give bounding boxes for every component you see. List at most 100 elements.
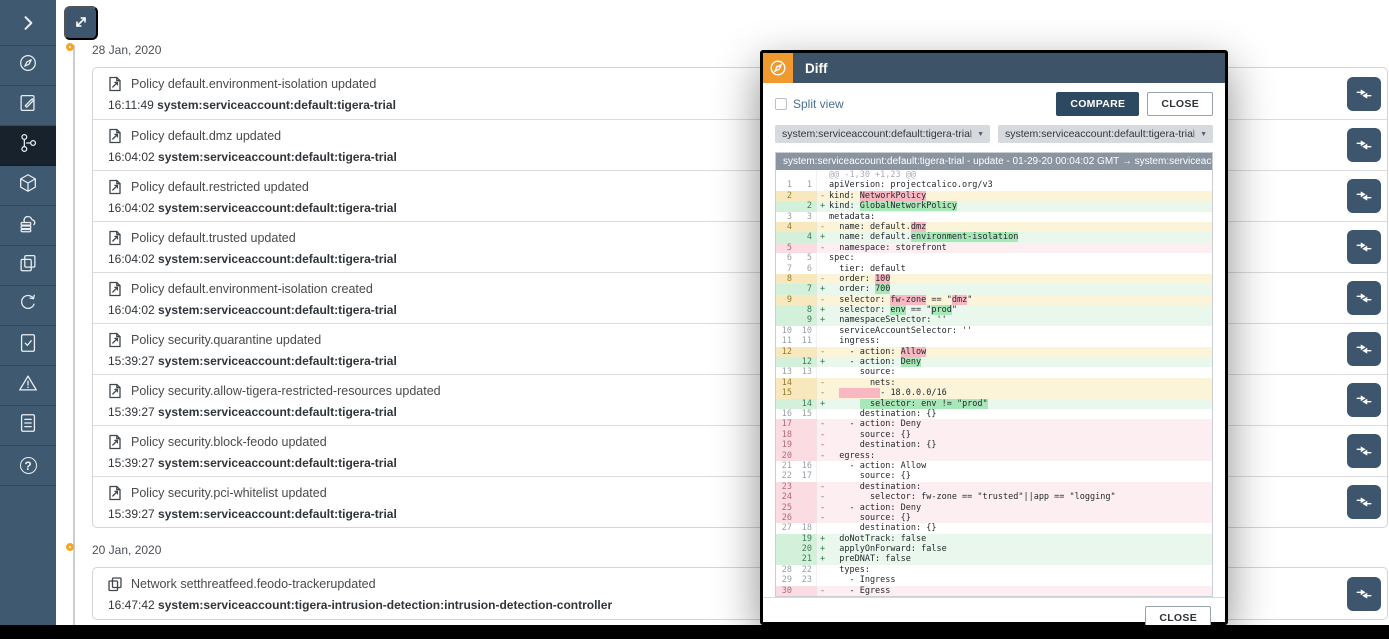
event-title-text: Policy security.quarantine updated bbox=[131, 333, 321, 347]
split-view-checkbox[interactable] bbox=[775, 98, 787, 110]
diff-modal-title: Diff bbox=[805, 61, 828, 76]
policy-edit-icon bbox=[107, 434, 123, 450]
open-diff-button[interactable] bbox=[1347, 77, 1381, 111]
split-view-label: Split view bbox=[793, 97, 844, 111]
event-time: 15:39:27 bbox=[108, 405, 158, 419]
sidebar-item-workloads[interactable] bbox=[0, 166, 56, 206]
diff-code-line: 9- selector: fw-zone == "dmz" bbox=[776, 295, 1212, 305]
open-diff-button[interactable] bbox=[1347, 577, 1381, 611]
event-service-account: system:serviceaccount:default:tigera-tri… bbox=[157, 98, 396, 112]
open-diff-button[interactable] bbox=[1347, 230, 1381, 264]
diff-modal-titlebar: Diff bbox=[763, 53, 1225, 83]
compare-button[interactable]: COMPARE bbox=[1056, 92, 1139, 116]
compare-arrows-icon bbox=[1355, 136, 1373, 154]
diff-code-line: 4- name: default.dmz bbox=[776, 222, 1212, 232]
refresh-icon bbox=[17, 292, 39, 319]
close-button-top[interactable]: CLOSE bbox=[1147, 92, 1213, 116]
diff-code-line: 1010 serviceAccountSelector: '' bbox=[776, 326, 1212, 336]
event-title-text: Policy default.restricted updated bbox=[131, 180, 309, 194]
diff-code-line: 12+ - action: Deny bbox=[776, 357, 1212, 367]
timeline-dot-icon bbox=[66, 43, 74, 51]
diff-code-line: 23- destination: bbox=[776, 482, 1212, 492]
diff-code-line: 12- - action: Allow bbox=[776, 347, 1212, 357]
left-version-select[interactable]: system:serviceaccount:default:tigera-tri… bbox=[775, 125, 990, 143]
diff-code-line: 30- - Egress bbox=[776, 586, 1212, 596]
diff-comparison-header: system:serviceaccount:default:tigera-tri… bbox=[776, 153, 1212, 170]
diff-code-line: 18- source: {} bbox=[776, 430, 1212, 440]
diff-code-line: 1615 destination: {} bbox=[776, 409, 1212, 419]
compass-logo-icon bbox=[763, 53, 793, 83]
event-title-text: Policy security.allow-tigera-restricted-… bbox=[131, 384, 441, 398]
sidebar-item-network-activity[interactable] bbox=[0, 126, 56, 166]
expand-diagonal-arrows-icon bbox=[72, 13, 90, 34]
diff-code-line: 9+ namespaceSelector: '' bbox=[776, 315, 1212, 325]
help-icon: ? bbox=[20, 457, 37, 474]
diff-code-line: 20- egress: bbox=[776, 451, 1212, 461]
open-diff-button[interactable] bbox=[1347, 434, 1381, 468]
edit-document-icon bbox=[17, 92, 39, 119]
event-service-account: system:serviceaccount:default:tigera-tri… bbox=[158, 201, 397, 215]
event-service-account: system:serviceaccount:default:tigera-tri… bbox=[158, 507, 397, 521]
sidebar-item-alerts[interactable] bbox=[0, 366, 56, 406]
diff-code-line: 2116 - action: Allow bbox=[776, 461, 1212, 471]
document-check-icon bbox=[17, 332, 39, 359]
right-version-select[interactable]: system:serviceaccount:default:tigera-tri… bbox=[998, 125, 1213, 143]
diff-code-line: 14- nets: bbox=[776, 378, 1212, 388]
diff-code-line: 2923 - Ingress bbox=[776, 575, 1212, 585]
compare-arrows-icon bbox=[1355, 238, 1373, 256]
diff-code-line: 11apiVersion: projectcalico.org/v3 bbox=[776, 180, 1212, 190]
sidebar-item-help[interactable]: ? bbox=[0, 446, 56, 486]
diff-body: @@ -1,30 +1,23 @@11apiVersion: projectca… bbox=[776, 170, 1212, 596]
diff-code-line: 20+ applyOnForward: false bbox=[776, 544, 1212, 554]
policy-edit-icon bbox=[107, 332, 123, 348]
diff-code-line: 8+ selector: env == "prod" bbox=[776, 305, 1212, 315]
event-title-text: Policy security.block-feodo updated bbox=[131, 435, 327, 449]
expand-timeline-button[interactable] bbox=[64, 6, 98, 40]
open-diff-button[interactable] bbox=[1347, 281, 1381, 315]
sidebar-item-policies[interactable] bbox=[0, 86, 56, 126]
diff-code-line: 14+ selector: env != "prod" bbox=[776, 399, 1212, 409]
open-diff-button[interactable] bbox=[1347, 332, 1381, 366]
policy-edit-icon bbox=[107, 383, 123, 399]
diff-code-line: 21+ preDNAT: false bbox=[776, 554, 1212, 564]
open-diff-button[interactable] bbox=[1347, 179, 1381, 213]
sidebar-item-logs[interactable] bbox=[0, 406, 56, 446]
sidebar-item-cloud-resources[interactable] bbox=[0, 206, 56, 246]
compare-arrows-icon bbox=[1355, 493, 1373, 511]
diff-code-line: 33metadata: bbox=[776, 212, 1212, 222]
event-service-account: system:serviceaccount:default:tigera-tri… bbox=[158, 354, 397, 368]
event-time: 16:04:02 bbox=[108, 252, 158, 266]
diff-version-selects: system:serviceaccount:default:tigera-tri… bbox=[763, 121, 1225, 152]
compare-arrows-icon bbox=[1355, 585, 1373, 603]
open-diff-button[interactable] bbox=[1347, 128, 1381, 162]
sidebar-item-compliance[interactable] bbox=[0, 326, 56, 366]
event-time: 16:47:42 bbox=[108, 598, 158, 612]
diff-code-line: 1313 source: bbox=[776, 367, 1212, 377]
compare-arrows-icon bbox=[1355, 187, 1373, 205]
policy-edit-icon bbox=[107, 76, 123, 92]
open-diff-button[interactable] bbox=[1347, 383, 1381, 417]
event-service-account: system:serviceaccount:default:tigera-tri… bbox=[158, 150, 397, 164]
diff-code-line: 2217 source: {} bbox=[776, 471, 1212, 481]
compare-arrows-icon bbox=[1355, 340, 1373, 358]
policy-edit-icon bbox=[107, 281, 123, 297]
open-diff-button[interactable] bbox=[1347, 485, 1381, 519]
diff-code-line: 17- - action: Deny bbox=[776, 419, 1212, 429]
diff-modal-controls: Split view COMPARE CLOSE bbox=[763, 83, 1225, 121]
compare-arrows-icon bbox=[1355, 85, 1373, 103]
sidebar-item-refresh[interactable] bbox=[0, 286, 56, 326]
sidebar-item-namespaces[interactable] bbox=[0, 246, 56, 286]
event-title-text: Policy security.pci-whitelist updated bbox=[131, 486, 327, 500]
split-view-toggle[interactable]: Split view bbox=[775, 97, 844, 111]
right-version-select-value: system:serviceaccount:default:tigera-tri… bbox=[1005, 128, 1194, 140]
event-title-text: Network setthreatfeed.feodo-trackerupdat… bbox=[131, 577, 376, 591]
compare-arrows-icon bbox=[1355, 391, 1373, 409]
policy-edit-icon bbox=[107, 128, 123, 144]
diff-hunk-line: @@ -1,30 +1,23 @@ bbox=[776, 170, 1212, 180]
event-service-account: system:serviceaccount:default:tigera-tri… bbox=[158, 456, 397, 470]
sidebar-expand-chevron-icon[interactable] bbox=[0, 0, 56, 46]
policy-edit-icon bbox=[107, 230, 123, 246]
diff-code-line: 7+ order: 700 bbox=[776, 284, 1212, 294]
sidebar-item-dashboard[interactable] bbox=[0, 46, 56, 86]
left-version-select-value: system:serviceaccount:default:tigera-tri… bbox=[782, 128, 971, 140]
